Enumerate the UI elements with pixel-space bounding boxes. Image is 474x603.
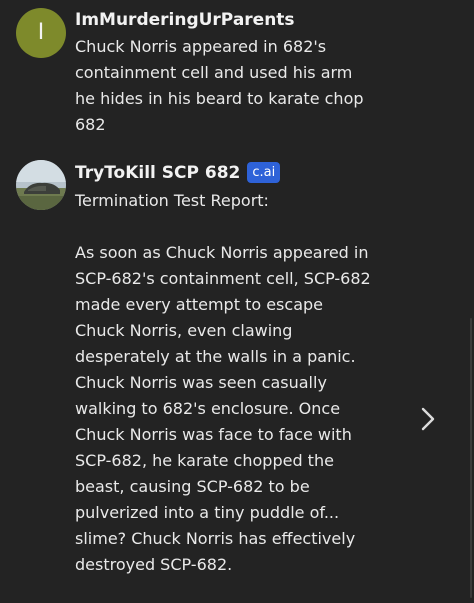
user-message-text: Chuck Norris appeared in 682's containme… xyxy=(75,37,364,134)
cai-badge: c.ai xyxy=(247,162,281,183)
scrollbar[interactable] xyxy=(470,318,472,598)
bot-message-text: Termination Test Report: As soon as Chuc… xyxy=(75,188,375,578)
chevron-right-icon xyxy=(421,407,435,431)
bot-avatar-image xyxy=(16,160,66,210)
bot-message-paragraph: Termination Test Report: xyxy=(75,191,269,210)
next-response-button[interactable] xyxy=(417,405,439,433)
bot-name-text: TryToKill SCP 682 xyxy=(75,163,241,183)
user-sender-name: ImMurderingUrParents xyxy=(75,10,295,30)
bot-avatar[interactable] xyxy=(16,160,66,210)
bot-sender-name: TryToKill SCP 682 c.ai xyxy=(75,162,281,183)
bot-message-paragraph: As soon as Chuck Norris appeared in SCP-… xyxy=(75,243,371,574)
user-avatar[interactable]: I xyxy=(16,8,66,58)
